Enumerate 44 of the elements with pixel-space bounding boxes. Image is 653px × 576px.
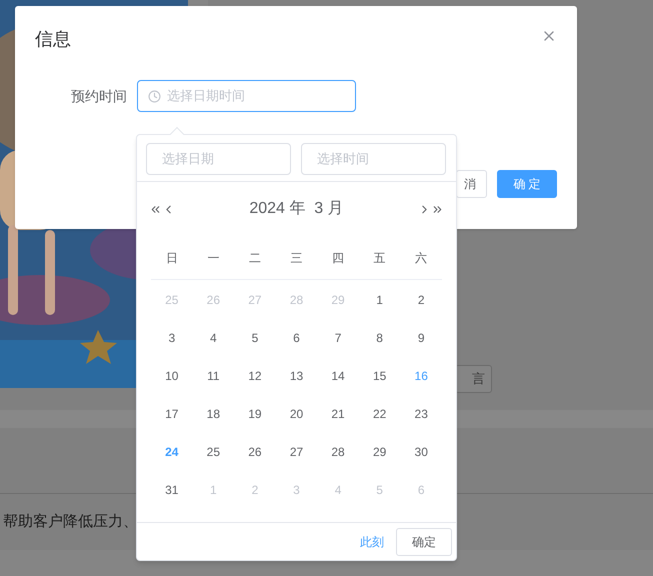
weekday-header: 三 (289, 250, 304, 266)
picker-confirm-button[interactable]: 确定 (396, 528, 452, 556)
day-cell[interactable]: 6 (276, 329, 318, 347)
weekday-header: 一 (206, 250, 220, 266)
day-cell[interactable]: 10 (151, 367, 193, 385)
day-cell[interactable]: 30 (400, 443, 442, 461)
day-cell[interactable]: 27 (276, 443, 318, 461)
day-cell[interactable]: 29 (358, 443, 400, 461)
dialog-title: 信息 (35, 28, 71, 51)
day-cell[interactable]: 4 (192, 329, 234, 347)
day-cell[interactable]: 9 (400, 329, 442, 347)
day-cell[interactable]: 19 (234, 405, 276, 423)
day-cell[interactable]: 28 (317, 443, 359, 461)
day-cell[interactable]: 17 (151, 405, 193, 423)
day-cell[interactable]: 14 (317, 367, 359, 385)
day-cell[interactable]: 8 (358, 329, 400, 347)
cancel-button[interactable]: 消 (456, 170, 487, 198)
weekday-header: 日 (164, 250, 179, 266)
day-cell[interactable]: 22 (358, 405, 400, 423)
day-cell[interactable]: 11 (192, 367, 234, 385)
day-cell[interactable]: 1 (358, 291, 400, 309)
weekday-header: 五 (372, 250, 387, 266)
day-cell[interactable]: 3 (151, 329, 193, 347)
clock-icon (148, 90, 161, 102)
weekday-header: 六 (414, 250, 428, 266)
day-cell[interactable]: 5 (234, 329, 276, 347)
day-cell[interactable]: 21 (317, 405, 359, 423)
day-cell[interactable]: 7 (317, 329, 359, 347)
day-cell[interactable]: 13 (276, 367, 318, 385)
message-button[interactable]: 言 (455, 365, 492, 393)
weekday-header: 二 (248, 250, 262, 266)
month-title: 2024 年 3 月 (249, 199, 344, 219)
day-cell[interactable]: 23 (400, 405, 442, 423)
day-cell[interactable]: 2 (400, 291, 442, 309)
description-text: 帮助客户降低压力、 (2, 512, 138, 532)
day-cell[interactable]: 25 (192, 443, 234, 461)
field-label: 预约时间 (70, 86, 127, 106)
day-cell[interactable]: 31 (151, 481, 193, 499)
day-cell[interactable]: 12 (234, 367, 276, 385)
day-cell[interactable]: 15 (358, 367, 400, 385)
weekday-header: 四 (331, 250, 346, 266)
day-cell[interactable]: 20 (276, 405, 318, 423)
day-cell[interactable]: 26 (234, 443, 276, 461)
day-cell[interactable]: 18 (192, 405, 234, 423)
